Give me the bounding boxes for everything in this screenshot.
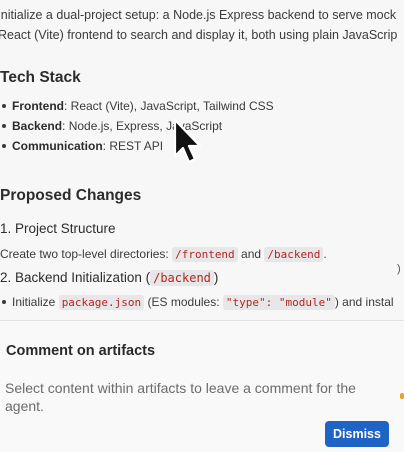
comment-panel: Comment on artifacts Select content with… — [0, 320, 404, 452]
text-fragment: (ES modules: — [144, 295, 223, 309]
tech-value: : REST API — [102, 139, 164, 153]
comment-panel-hint: Select content within artifacts to leave… — [5, 380, 356, 414]
tech-stack-heading: Tech Stack — [0, 69, 81, 86]
proposed-changes-heading: Proposed Changes — [0, 187, 142, 204]
section-1-heading: 1. Project Structure — [0, 221, 116, 236]
status-indicator — [400, 393, 404, 399]
intro-line-1: initialize a dual-project setup: a Node.… — [0, 8, 397, 22]
scroll-edge-marker: ) — [397, 263, 401, 275]
artifact-viewer: initialize a dual-project setup: a Node.… — [0, 0, 404, 452]
text-fragment: Create two top-level directories: — [0, 247, 173, 261]
text-fragment: Initialize — [12, 295, 59, 309]
text-fragment: and — [237, 247, 265, 261]
section-1-text: Create two top-level directories: /front… — [0, 247, 327, 262]
intro-text: initialize a dual-project setup: a Node.… — [0, 5, 404, 45]
text-fragment: ) and instal — [334, 295, 394, 309]
dismiss-button[interactable]: Dismiss — [325, 421, 389, 447]
intro-line-2: React (Vite) frontend to search and disp… — [0, 28, 398, 42]
section-2-heading: 2. Backend Initialization (/backend) — [0, 270, 219, 286]
comment-panel-title: Comment on artifacts — [6, 343, 156, 359]
text-fragment: ) — [213, 270, 219, 285]
code-package-json: package.json — [58, 295, 145, 310]
mouse-pointer-icon — [173, 118, 202, 164]
section-2-list: Initialize package.json (ES modules: "ty… — [0, 292, 394, 313]
tech-value: : React (Vite), JavaScript, Tailwind CSS — [64, 99, 274, 113]
list-item: Communication: REST API — [0, 136, 274, 156]
tech-label: Backend — [12, 119, 63, 133]
text-fragment: 2. Backend Initialization ( — [0, 270, 151, 285]
list-item: Backend: Node.js, Express, JavaScript — [0, 116, 274, 136]
tech-label: Frontend — [12, 99, 64, 113]
list-item: Frontend: React (Vite), JavaScript, Tail… — [0, 96, 274, 116]
text-fragment: . — [323, 247, 327, 261]
code-backend-heading: /backend — [150, 270, 214, 286]
list-item: Initialize package.json (ES modules: "ty… — [0, 292, 394, 313]
tech-label: Communication — [12, 139, 103, 153]
code-backend: /backend — [264, 247, 324, 262]
code-type-module: "type": "module" — [222, 295, 335, 310]
tech-stack-list: Frontend: React (Vite), JavaScript, Tail… — [0, 96, 274, 156]
code-frontend: /frontend — [172, 247, 238, 262]
